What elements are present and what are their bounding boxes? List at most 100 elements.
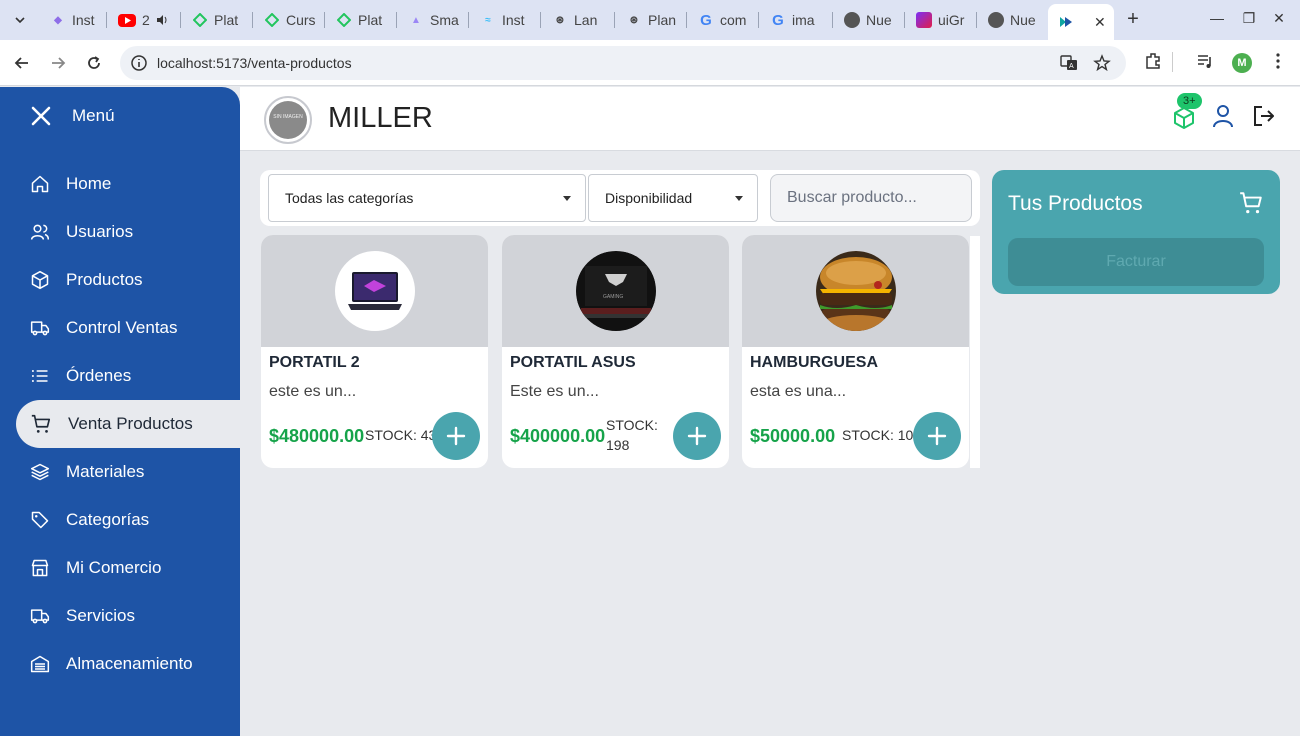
users-icon bbox=[30, 224, 50, 240]
tab-title: 2 bbox=[142, 12, 150, 28]
browser-tab[interactable]: 2 bbox=[108, 6, 174, 34]
sidebar-item-label: Categorías bbox=[66, 510, 150, 529]
tab-title: Inst bbox=[502, 12, 525, 28]
profile-avatar[interactable]: M bbox=[1232, 53, 1252, 73]
product-card: PORTATIL 2 este es un... $480000.00 STOC… bbox=[261, 235, 488, 468]
browser-tab[interactable]: G ima bbox=[760, 6, 826, 34]
tab-favicon-icon: ◆ bbox=[54, 14, 62, 26]
browser-tab-bar: ◆ Inst 2 Plat Curs Plat ▲ Sma ≈ Inst ⊛ L… bbox=[0, 0, 1300, 40]
tab-favicon-icon bbox=[336, 12, 352, 28]
sidebar-item-mi-comercio[interactable]: Mi Comercio bbox=[16, 544, 240, 592]
browser-tab[interactable]: Plat bbox=[182, 6, 244, 34]
forward-button[interactable] bbox=[46, 51, 70, 75]
sidebar-item-label: Venta Productos bbox=[68, 414, 193, 433]
sidebar-item-materiales[interactable]: Materiales bbox=[16, 448, 240, 496]
svg-text:GAMING: GAMING bbox=[603, 294, 623, 300]
reload-button[interactable] bbox=[82, 51, 106, 75]
sidebar-item-home[interactable]: Home bbox=[16, 160, 240, 208]
cart-icon bbox=[1238, 190, 1264, 221]
browser-tab[interactable]: ≈ Inst bbox=[470, 6, 532, 34]
sidebar-item-venta-productos[interactable]: Venta Productos bbox=[16, 400, 240, 448]
tab-title: Plan bbox=[648, 12, 677, 28]
sidebar-item-servicios[interactable]: Servicios bbox=[16, 592, 240, 640]
back-button[interactable] bbox=[10, 51, 34, 75]
extensions-icon[interactable] bbox=[1143, 51, 1163, 76]
burger-image bbox=[815, 251, 896, 331]
add-to-cart-button[interactable] bbox=[432, 412, 480, 460]
category-select-value: Todas las categorías bbox=[285, 190, 414, 206]
tab-favicon-icon bbox=[844, 12, 860, 28]
tab-title: Sma bbox=[430, 12, 459, 28]
home-icon bbox=[31, 175, 49, 193]
cart-title: Tus Productos bbox=[1008, 192, 1143, 215]
add-to-cart-button[interactable] bbox=[673, 412, 721, 460]
tab-favicon-icon bbox=[1058, 14, 1074, 30]
stock-label: STOCK: bbox=[606, 417, 658, 433]
tab-title: com bbox=[720, 12, 747, 28]
app-header: SIN IMAGEN MILLER 3+ bbox=[240, 87, 1300, 151]
google-icon: G bbox=[772, 11, 784, 29]
category-select[interactable]: Todas las categorías bbox=[268, 174, 586, 222]
sidebar-item-usuarios[interactable]: Usuarios bbox=[16, 208, 240, 256]
tab-title: Nue bbox=[866, 12, 892, 28]
search-placeholder: Buscar producto... bbox=[787, 189, 917, 206]
facturar-button[interactable]: Facturar bbox=[1008, 238, 1264, 286]
browser-tab[interactable]: Plat bbox=[326, 6, 388, 34]
sidebar-item-productos[interactable]: Productos bbox=[16, 256, 240, 304]
laptop-image bbox=[334, 251, 415, 331]
product-price: $50000.00 bbox=[750, 426, 836, 446]
media-control-icon[interactable] bbox=[1196, 51, 1216, 76]
availability-select-value: Disponibilidad bbox=[605, 190, 693, 206]
browser-tab[interactable]: ⊛ Lan bbox=[542, 6, 608, 34]
toolbar-divider bbox=[1172, 52, 1173, 72]
minimize-icon[interactable]: — bbox=[1207, 10, 1227, 26]
browser-tab-active[interactable]: ✕ bbox=[1048, 4, 1114, 40]
url-field[interactable]: localhost:5173/venta-productos A bbox=[120, 46, 1126, 80]
tab-favicon-icon bbox=[264, 12, 280, 28]
browser-tab[interactable]: Nue bbox=[834, 6, 898, 34]
add-to-cart-button[interactable] bbox=[913, 412, 961, 460]
browser-tab[interactable]: uiGr bbox=[906, 6, 970, 34]
plus-icon bbox=[446, 426, 466, 446]
close-tab-icon[interactable]: ✕ bbox=[1094, 14, 1106, 31]
product-name: PORTATIL 2 bbox=[269, 354, 360, 371]
stock-value: 198 bbox=[606, 437, 630, 453]
sidebar: Menú Home Usuarios Productos Control Ven… bbox=[0, 87, 240, 736]
plus-icon bbox=[927, 426, 947, 446]
user-profile-icon[interactable] bbox=[1212, 104, 1234, 133]
storage-icon bbox=[30, 655, 50, 673]
tab-title: ima bbox=[792, 12, 815, 28]
browser-tab[interactable]: ⊛ Plan bbox=[616, 6, 678, 34]
tag-icon bbox=[31, 511, 49, 529]
browser-tab[interactable]: G com bbox=[688, 6, 750, 34]
product-description: Este es un... bbox=[510, 383, 599, 400]
info-icon[interactable] bbox=[130, 54, 148, 77]
sidebar-item-label: Home bbox=[66, 174, 112, 193]
restore-icon[interactable]: ❐ bbox=[1239, 10, 1259, 27]
sidebar-item-almacenamiento[interactable]: Almacenamiento bbox=[16, 640, 240, 688]
product-name: PORTATIL ASUS bbox=[510, 354, 636, 371]
tab-title: Plat bbox=[358, 12, 383, 28]
sidebar-item-control-ventas[interactable]: Control Ventas bbox=[16, 304, 240, 352]
product-image-area bbox=[261, 235, 488, 347]
browser-tab[interactable]: ▲ Sma bbox=[398, 6, 460, 34]
kebab-menu-icon[interactable] bbox=[1269, 51, 1287, 76]
inventory-cube-icon[interactable] bbox=[1172, 106, 1196, 135]
bookmark-star-icon[interactable] bbox=[1093, 54, 1111, 77]
sidebar-item-ordenes[interactable]: Órdenes bbox=[16, 352, 240, 400]
logout-icon[interactable] bbox=[1252, 104, 1276, 133]
tab-favicon-icon: ≈ bbox=[485, 14, 491, 26]
browser-tab[interactable]: Nue bbox=[978, 6, 1040, 34]
close-window-icon[interactable]: ✕ bbox=[1269, 10, 1289, 27]
sidebar-item-categorias[interactable]: Categorías bbox=[16, 496, 240, 544]
search-input[interactable]: Buscar producto... bbox=[770, 174, 972, 222]
browser-tab[interactable]: ◆ Inst bbox=[40, 6, 98, 34]
translate-icon[interactable]: A bbox=[1060, 54, 1078, 77]
menu-toggle[interactable]: Menú bbox=[30, 105, 115, 127]
browser-tab[interactable]: Curs bbox=[254, 6, 316, 34]
availability-select[interactable]: Disponibilidad bbox=[588, 174, 758, 222]
tab-search-button[interactable] bbox=[8, 8, 32, 32]
new-tab-button[interactable]: + bbox=[1122, 8, 1144, 30]
tab-favicon-icon bbox=[192, 12, 208, 28]
product-price: $400000.00 bbox=[510, 426, 606, 446]
